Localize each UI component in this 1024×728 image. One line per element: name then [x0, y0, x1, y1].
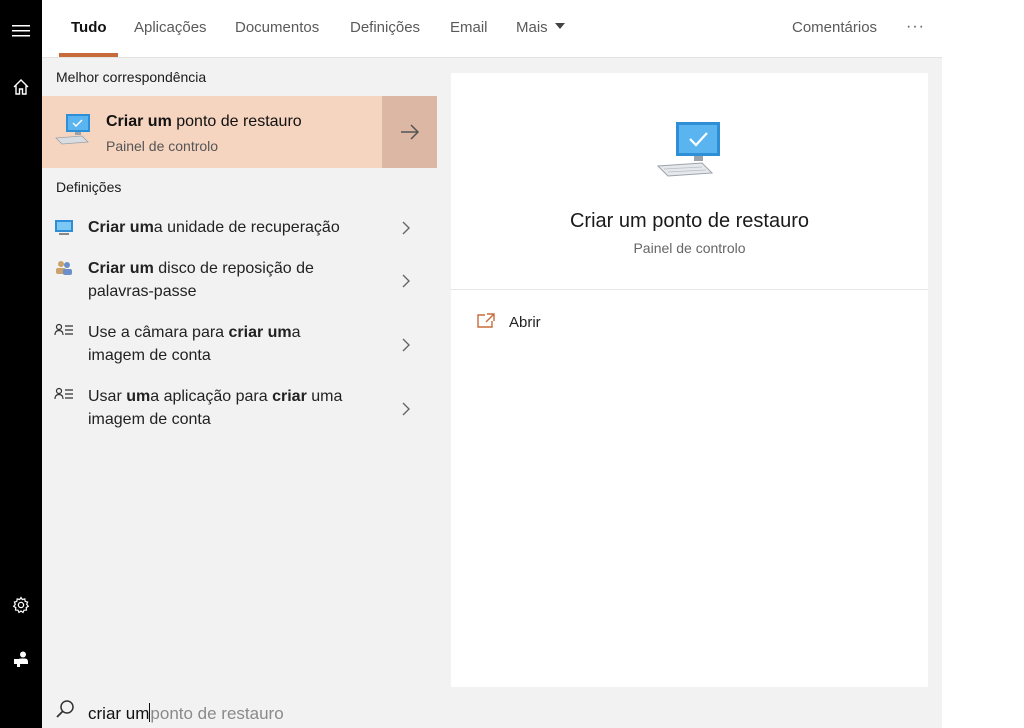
active-tab-indicator: [59, 53, 118, 57]
tab-email[interactable]: Email: [450, 19, 488, 36]
tab-more-label: Mais: [516, 19, 548, 36]
result-item-password-reset-disk[interactable]: Criar um disco de reposição de palavras-…: [42, 257, 437, 305]
chevron-right-icon: [399, 402, 413, 416]
left-rail: [0, 0, 42, 728]
result-text: Criar um disco de reposição de palavras-…: [88, 257, 348, 303]
chevron-right-icon: [399, 338, 413, 352]
result-text: Criar uma unidade de recuperação: [88, 216, 348, 239]
open-action[interactable]: Abrir: [509, 314, 541, 331]
more-options-icon[interactable]: ···: [906, 18, 925, 36]
open-preview-button[interactable]: [382, 96, 437, 168]
best-match-subtitle: Painel de controlo: [106, 138, 219, 154]
result-text: Usar uma aplicação para criar uma imagem…: [88, 385, 348, 431]
result-text-bold: criar um: [228, 324, 292, 341]
preview-subtitle: Painel de controlo: [633, 240, 746, 256]
result-text-bold: Criar um: [88, 219, 154, 236]
tab-apps[interactable]: Aplicações: [134, 19, 207, 36]
settings-heading: Definições: [56, 179, 122, 195]
result-text-bold: Criar um: [88, 260, 154, 277]
best-match-title-bold: Criar um: [106, 113, 172, 130]
tab-documents[interactable]: Documentos: [235, 19, 319, 36]
computer-restore-icon: [656, 120, 724, 189]
search-query: criar um: [88, 704, 150, 723]
tab-more[interactable]: Mais: [516, 19, 565, 36]
gear-icon[interactable]: [4, 588, 38, 622]
user-icon[interactable]: [4, 642, 38, 676]
preview-pane: Criar um ponto de restauro Painel de con…: [451, 73, 928, 687]
search-panel: Tudo Aplicações Documentos Definições Em…: [42, 0, 942, 728]
best-match-title: Criar um ponto de restauro: [106, 113, 302, 131]
computer-restore-icon: [54, 112, 94, 155]
hamburger-icon[interactable]: [4, 14, 38, 48]
open-icon[interactable]: [476, 313, 496, 334]
result-text-bold: criar: [272, 388, 307, 405]
account-list-icon: [54, 387, 74, 407]
search-bar[interactable]: criar umponto de restauro: [42, 688, 942, 728]
result-text: Use a câmara para criar uma imagem de co…: [88, 321, 348, 367]
tab-bar: Tudo Aplicações Documentos Definições Em…: [42, 0, 942, 58]
account-list-icon: [54, 323, 74, 343]
result-text-rest: a unidade de recuperação: [153, 219, 340, 236]
chevron-down-icon: [554, 23, 565, 29]
result-item-app-account-picture[interactable]: Usar uma aplicação para criar uma imagem…: [42, 385, 437, 433]
preview-title: Criar um ponto de restauro: [569, 210, 809, 232]
best-match-heading: Melhor correspondência: [56, 69, 207, 85]
users-key-icon: [54, 259, 74, 279]
result-item-camera-account-picture[interactable]: Use a câmara para criar uma imagem de co…: [42, 321, 437, 369]
result-text-part: a aplicação para: [150, 388, 273, 405]
arrow-right-icon: [400, 124, 419, 140]
best-match-result[interactable]: Criar um ponto de restauro Painel de con…: [42, 96, 382, 168]
result-text-bold: um: [126, 388, 151, 405]
home-icon[interactable]: [4, 70, 38, 104]
search-suggestion: ponto de restauro: [150, 704, 284, 723]
divider: [451, 289, 928, 290]
best-match-title-rest: ponto de restauro: [171, 113, 302, 130]
result-item-recovery-drive[interactable]: Criar uma unidade de recuperação: [42, 216, 437, 242]
chevron-right-icon: [399, 221, 413, 235]
desktop-background: [942, 0, 1024, 728]
tab-settings[interactable]: Definições: [350, 19, 420, 36]
tab-all[interactable]: Tudo: [71, 19, 107, 36]
search-input[interactable]: criar umponto de restauro: [88, 703, 284, 724]
chevron-right-icon: [399, 274, 413, 288]
monitor-icon: [54, 218, 74, 238]
search-icon: [55, 699, 75, 724]
result-text-part: Use a câmara para: [88, 324, 229, 341]
feedback-link[interactable]: Comentários: [792, 19, 877, 36]
result-text-part: Usar: [88, 388, 127, 405]
